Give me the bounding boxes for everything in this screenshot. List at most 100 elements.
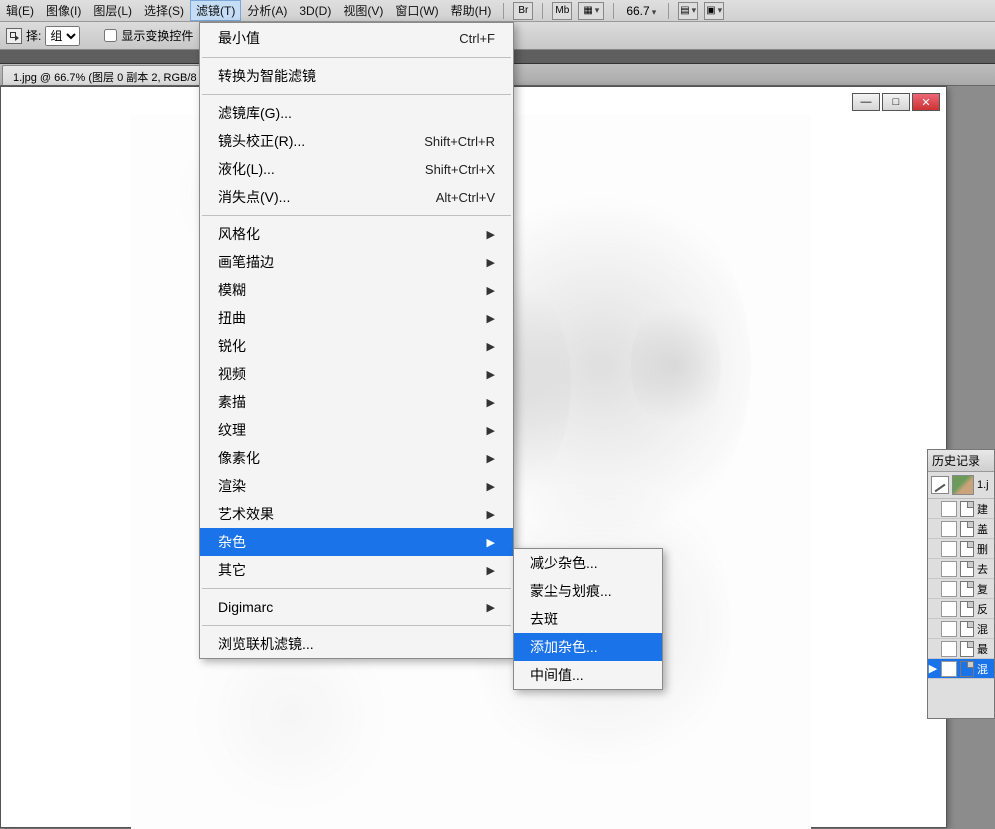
bridge-button[interactable]: Br xyxy=(513,2,533,20)
filter-texture[interactable]: 纹理▶ xyxy=(200,416,513,444)
submenu-arrow-icon: ▶ xyxy=(487,312,495,325)
filter-vanish[interactable]: 消失点(V)...Alt+Ctrl+V xyxy=(200,183,513,211)
filter-menu-dropdown: 最小值 Ctrl+F 转换为智能滤镜 滤镜库(G)... 镜头校正(R)...S… xyxy=(199,22,514,659)
frame-button[interactable]: ▣ xyxy=(704,2,724,20)
history-step-icon xyxy=(960,621,974,637)
submenu-arrow-icon: ▶ xyxy=(487,424,495,437)
filter-artistic[interactable]: 艺术效果▶ xyxy=(200,500,513,528)
submenu-arrow-icon: ▶ xyxy=(487,284,495,297)
filter-video[interactable]: 视频▶ xyxy=(200,360,513,388)
filter-other[interactable]: 其它▶ xyxy=(200,556,513,584)
history-item[interactable]: 建 xyxy=(928,499,994,519)
menu-select[interactable]: 选择(S) xyxy=(138,0,190,21)
history-step-icon xyxy=(960,581,974,597)
submenu-arrow-icon: ▶ xyxy=(487,564,495,577)
submenu-arrow-icon: ▶ xyxy=(487,396,495,409)
menu-layer[interactable]: 图层(L) xyxy=(87,0,138,21)
submenu-arrow-icon: ▶ xyxy=(487,508,495,521)
history-step-icon xyxy=(960,601,974,617)
noise-median[interactable]: 中间值... xyxy=(514,661,662,689)
auto-select-dropdown[interactable]: 组 xyxy=(45,26,80,46)
filter-distort[interactable]: 扭曲▶ xyxy=(200,304,513,332)
screen-mode-button[interactable]: ▦ xyxy=(578,2,604,20)
document-tab-title: 1.jpg @ 66.7% (图层 0 副本 2, RGB/8 xyxy=(13,69,197,85)
filter-gallery[interactable]: 滤镜库(G)... xyxy=(200,99,513,127)
history-item-current[interactable]: ▶混 xyxy=(928,659,994,679)
move-tool-icon xyxy=(6,28,22,44)
submenu-arrow-icon: ▶ xyxy=(487,601,495,614)
show-transform-checkbox[interactable] xyxy=(104,29,117,42)
filter-lens[interactable]: 镜头校正(R)...Shift+Ctrl+R xyxy=(200,127,513,155)
history-item[interactable]: 混 xyxy=(928,619,994,639)
menu-help[interactable]: 帮助(H) xyxy=(445,0,498,21)
menu-divider xyxy=(202,94,511,95)
minibridge-button[interactable]: Mb xyxy=(552,2,572,20)
history-item[interactable]: 盖 xyxy=(928,519,994,539)
separator xyxy=(503,3,504,19)
history-item[interactable]: 反 xyxy=(928,599,994,619)
filter-browse-online[interactable]: 浏览联机滤镜... xyxy=(200,630,513,658)
menu-divider xyxy=(202,215,511,216)
filter-blur[interactable]: 模糊▶ xyxy=(200,276,513,304)
separator xyxy=(668,3,669,19)
filter-digimarc[interactable]: Digimarc▶ xyxy=(200,593,513,621)
separator xyxy=(542,3,543,19)
history-item[interactable]: 删 xyxy=(928,539,994,559)
menu-divider xyxy=(202,588,511,589)
submenu-arrow-icon: ▶ xyxy=(487,340,495,353)
noise-add[interactable]: 添加杂色... xyxy=(514,633,662,661)
history-panel-title: 历史记录 xyxy=(928,450,994,472)
filter-liquify[interactable]: 液化(L)...Shift+Ctrl+X xyxy=(200,155,513,183)
history-item[interactable]: 去 xyxy=(928,559,994,579)
select-label: 择: xyxy=(26,27,41,44)
history-thumbnail xyxy=(952,475,974,495)
history-step-icon xyxy=(960,641,974,657)
noise-submenu: 减少杂色... 蒙尘与划痕... 去斑 添加杂色... 中间值... xyxy=(513,548,663,690)
history-item[interactable]: 复 xyxy=(928,579,994,599)
menu-analysis[interactable]: 分析(A) xyxy=(241,0,293,21)
filter-last[interactable]: 最小值 Ctrl+F xyxy=(200,23,513,53)
noise-dust[interactable]: 蒙尘与划痕... xyxy=(514,577,662,605)
arrange-button[interactable]: ▤ xyxy=(678,2,698,20)
menu-3d[interactable]: 3D(D) xyxy=(293,2,337,20)
menu-divider xyxy=(202,57,511,58)
history-step-icon xyxy=(960,661,974,677)
submenu-arrow-icon: ▶ xyxy=(487,480,495,493)
window-buttons: — □ ✕ xyxy=(850,93,940,111)
history-panel: 历史记录 1.j 建 盖 删 去 复 反 混 最 ▶混 xyxy=(927,449,995,719)
menu-filter[interactable]: 滤镜(T) xyxy=(190,0,241,21)
menu-image[interactable]: 图像(I) xyxy=(40,0,87,21)
filter-noise[interactable]: 杂色▶ xyxy=(200,528,513,556)
history-item[interactable]: 最 xyxy=(928,639,994,659)
history-step-icon xyxy=(960,541,974,557)
submenu-arrow-icon: ▶ xyxy=(487,228,495,241)
filter-sketch[interactable]: 素描▶ xyxy=(200,388,513,416)
filter-smart[interactable]: 转换为智能滤镜 xyxy=(200,62,513,90)
noise-despeckle[interactable]: 去斑 xyxy=(514,605,662,633)
filter-brushstrokes[interactable]: 画笔描边▶ xyxy=(200,248,513,276)
menu-window[interactable]: 窗口(W) xyxy=(389,0,444,21)
menu-view[interactable]: 视图(V) xyxy=(337,0,389,21)
filter-stylize[interactable]: 风格化▶ xyxy=(200,220,513,248)
history-snapshot-row[interactable]: 1.j xyxy=(928,472,994,499)
submenu-arrow-icon: ▶ xyxy=(487,368,495,381)
maximize-button[interactable]: □ xyxy=(882,93,910,111)
history-step-icon xyxy=(960,561,974,577)
minimize-button[interactable]: — xyxy=(852,93,880,111)
history-thumb-label: 1.j xyxy=(977,479,989,491)
show-transform-label: 显示变换控件 xyxy=(121,27,193,44)
submenu-arrow-icon: ▶ xyxy=(487,256,495,269)
noise-reduce[interactable]: 减少杂色... xyxy=(514,549,662,577)
history-step-icon xyxy=(960,501,974,517)
zoom-level[interactable]: 66.7 xyxy=(620,4,662,18)
filter-pixelate[interactable]: 像素化▶ xyxy=(200,444,513,472)
document-tab[interactable]: 1.jpg @ 66.7% (图层 0 副本 2, RGB/8 ✕ xyxy=(2,65,228,85)
close-window-button[interactable]: ✕ xyxy=(912,93,940,111)
history-step-icon xyxy=(960,521,974,537)
separator xyxy=(613,3,614,19)
menu-edit[interactable]: 辑(E) xyxy=(0,0,40,21)
filter-render[interactable]: 渲染▶ xyxy=(200,472,513,500)
submenu-arrow-icon: ▶ xyxy=(487,536,495,549)
filter-sharpen[interactable]: 锐化▶ xyxy=(200,332,513,360)
history-brush-icon xyxy=(931,476,949,494)
